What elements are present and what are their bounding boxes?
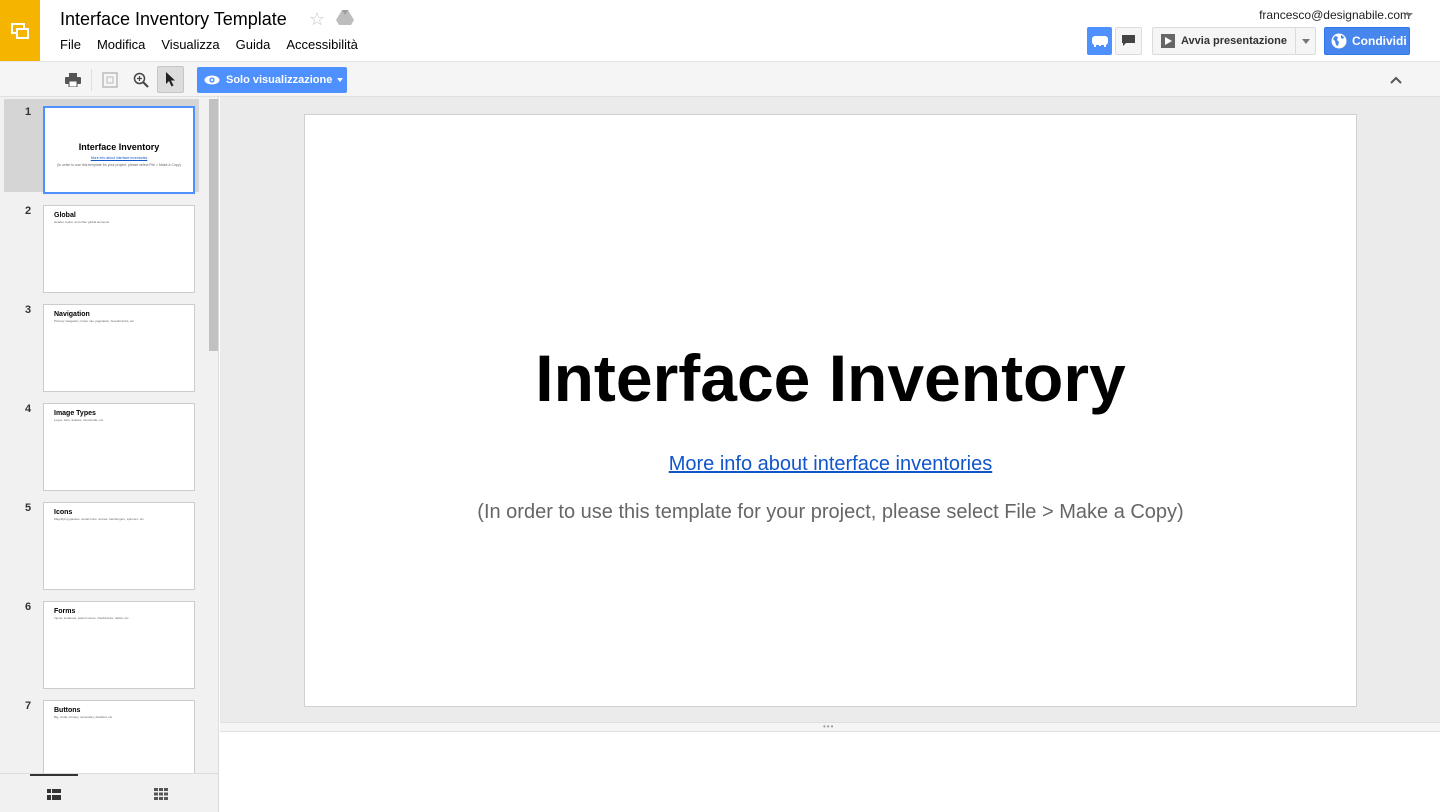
slide-preview[interactable]: Interface Inventory More info about inte… [43,106,195,194]
slide-thumbnail-3[interactable]: 3 Navigation Primary navigation, footer … [4,297,199,392]
play-icon [1161,34,1175,48]
slide-thumbnail-1[interactable]: 1 Interface Inventory More info about in… [4,99,199,194]
slide-number: 4 [25,403,32,415]
account-email[interactable]: francesco@designabile.com [1259,8,1410,22]
grid-view-icon [154,787,168,800]
slide-preview[interactable]: Navigation Primary navigation, footer na… [43,304,195,392]
slide-thumbnail-4[interactable]: 4 Image Types Logos, hero, avatars, thum… [4,396,199,491]
slide-preview[interactable]: Icons Magnifying glasses, social icons, … [43,502,195,590]
thumb-title: Navigation [54,311,90,318]
thumb-subtitle: Header, footer, and other global element… [54,220,110,224]
slide-note: (In order to use this template for your … [477,501,1184,523]
slide-number: 5 [25,502,32,514]
menu-modifica[interactable]: Modifica [97,37,145,52]
grid-view-button[interactable] [137,774,185,812]
list-view-icon [47,789,61,800]
print-icon [64,72,81,87]
comment-icon [1122,35,1135,46]
slide-number: 3 [25,304,32,316]
app-header: Interface Inventory Template ☆ File Modi… [0,0,1440,61]
filmstrip-view-switcher [0,773,218,812]
thumb-title: Forms [54,608,76,615]
speaker-notes-area[interactable] [220,732,1440,812]
collaborators-button[interactable] [1087,27,1112,55]
slide-thumbnail-5[interactable]: 5 Icons Magnifying glasses, social icons… [4,495,199,590]
globe-icon [1331,33,1347,49]
toolbar-divider [91,69,92,91]
slide-number: 2 [25,205,32,217]
thumb-subtitle: Inputs, textareas, select menus, checkbo… [54,616,129,620]
filmstrip-scrollbar-thumb[interactable] [209,99,218,351]
current-slide[interactable]: Interface Inventory More info about inte… [304,114,1357,707]
menu-guida[interactable]: Guida [236,37,271,52]
slide-preview[interactable]: Global Header, footer, and other global … [43,205,195,293]
slide-preview[interactable]: Forms Inputs, textareas, select menus, c… [43,601,195,689]
document-title[interactable]: Interface Inventory Template [60,9,287,30]
start-presentation-button[interactable]: Avvia presentazione [1152,27,1296,55]
thumb-subtitle: Logos, hero, avatars, thumbnails, etc [54,418,104,422]
grip-dots-icon: ••• [823,722,835,731]
account-caret-icon[interactable] [1405,13,1413,17]
chevron-down-icon [337,78,344,82]
toolbar: Solo visualizzazione [0,61,1440,97]
view-only-mode-button[interactable]: Solo visualizzazione [197,67,347,93]
drive-folder-icon[interactable] [336,10,354,31]
slide-preview[interactable]: Image Types Logos, hero, avatars, thumbn… [43,403,195,491]
collapse-toolbar-button[interactable] [1390,71,1402,89]
thumb-title: Buttons [54,707,81,714]
thumb-title: Image Types [54,410,96,417]
chevron-up-icon [1390,76,1402,84]
slide-filmstrip: 1 Interface Inventory More info about in… [0,97,219,812]
star-icon[interactable]: ☆ [309,9,325,30]
fit-screen-icon [101,71,118,88]
slide-number: 1 [25,106,32,118]
slide-thumbnail-2[interactable]: 2 Global Header, footer, and other globa… [4,198,199,293]
thumb-note: (In order to use this template for your … [57,163,181,167]
slide-number: 6 [25,601,32,613]
menu-file[interactable]: File [60,37,81,52]
menu-bar: File Modifica Visualizza Guida Accessibi… [60,37,374,52]
share-button[interactable]: Condividi [1324,27,1410,55]
thumb-title: Icons [54,509,73,516]
thumb-subtitle: Big, small, primary, secondary, disabled… [54,715,113,719]
select-tool-button[interactable] [157,66,184,93]
cursor-arrow-icon [165,72,175,87]
share-label: Condividi [1352,34,1407,48]
menu-visualizza[interactable]: Visualizza [161,37,219,52]
eye-icon [204,75,220,85]
slides-logo-icon[interactable] [0,0,40,61]
print-button[interactable] [59,66,86,93]
zoom-button[interactable] [127,66,154,93]
fit-to-screen-button[interactable] [96,66,123,93]
slide-title: Interface Inventory [535,341,1126,415]
collaborator-avatar-icon [1091,36,1108,47]
thumb-link: More info about interface inventories [90,156,148,160]
start-presentation-label: Avvia presentazione [1181,35,1287,47]
slide-info-link[interactable]: More info about interface inventories [305,453,1356,476]
thumb-subtitle: Primary navigation, footer nav, paginati… [54,319,134,323]
comments-button[interactable] [1115,27,1142,55]
zoom-in-icon [133,72,149,88]
menu-accessibilita[interactable]: Accessibilità [286,37,358,52]
speaker-notes-resize-handle[interactable]: ••• [220,722,1440,732]
presentation-options-dropdown[interactable] [1295,27,1316,55]
slide-canvas: Interface Inventory More info about inte… [220,97,1440,722]
slide-thumbnail-6[interactable]: 6 Forms Inputs, textareas, select menus,… [4,594,199,689]
filmstrip-view-button[interactable] [30,774,78,812]
thumb-title: Global [54,212,76,219]
thumb-title: Interface Inventory [78,142,160,152]
thumb-subtitle: Magnifying glasses, social icons, arrows… [54,517,144,521]
slide-number: 7 [25,700,32,712]
chevron-down-icon [1301,38,1310,44]
view-only-mode-label: Solo visualizzazione [226,74,333,86]
